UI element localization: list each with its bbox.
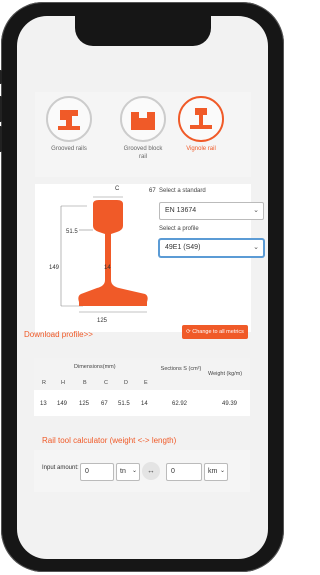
dim-base: 125: [97, 318, 108, 324]
grooved-block-rail-icon: [120, 96, 166, 142]
sections-header: Sections S (cm²): [160, 366, 202, 372]
swap-icon: ↔: [147, 466, 155, 475]
cell-sections: 62.92: [172, 401, 188, 407]
dim-top-width: 67: [149, 188, 156, 194]
calculator-card: Input amount: 0 tn ⌄ ↔ 0 km ⌄: [34, 450, 250, 492]
dimensions-table: Dimensions(mm) Sections S (cm²) Weight (…: [34, 358, 250, 416]
standard-select[interactable]: EN 13674 ⌄: [159, 202, 264, 220]
chevron-down-icon: ⌄: [131, 468, 137, 474]
cell-e: 14: [141, 401, 148, 407]
unit-from-value: tn: [120, 468, 126, 475]
input-amount-label: Input amount:: [42, 465, 79, 471]
calculator-title: Rail tool calculator (weight <-> length): [42, 436, 177, 445]
result-value: 0: [171, 468, 175, 475]
swap-button[interactable]: ↔: [142, 462, 160, 480]
weight-header: Weight (kg/m): [208, 371, 243, 377]
rail-type-label: Grooved block rail: [123, 146, 163, 160]
rail-type-grooved[interactable]: Grooved rails: [45, 96, 93, 153]
rail-type-vignole[interactable]: Vignole rail: [177, 96, 225, 153]
amount-input[interactable]: 0: [80, 463, 114, 481]
cell-d: 51.5: [118, 401, 130, 407]
unit-to-select[interactable]: km ⌄: [204, 463, 228, 481]
cell-h: 149: [57, 401, 68, 407]
profile-card: C 67 51.5 149 14 125 Select a standard E…: [35, 184, 264, 332]
rail-type-grooved-block[interactable]: Grooved block rail: [119, 96, 167, 161]
change-metrics-button[interactable]: ⟳ Change to all metrics: [182, 325, 248, 339]
chevron-down-icon: ⌄: [219, 468, 225, 474]
download-profile-link[interactable]: Download profile>>: [24, 330, 93, 339]
rail-type-label: Vignole rail: [186, 146, 216, 152]
dim-c-label: C: [115, 186, 120, 192]
unit-from-select[interactable]: tn ⌄: [116, 463, 140, 481]
grooved-rail-icon: [46, 96, 92, 142]
col-b: B: [83, 380, 87, 386]
standard-label: Select a standard: [159, 188, 206, 194]
vignole-rail-icon: [178, 96, 224, 142]
col-h: H: [61, 380, 65, 386]
unit-to-value: km: [208, 468, 218, 475]
profile-select[interactable]: 49E1 (S49) ⌄: [159, 239, 264, 257]
standard-value: EN 13674: [165, 207, 197, 214]
mute-switch: [0, 70, 2, 84]
col-c: C: [104, 380, 108, 386]
volume-up-button: [0, 96, 2, 122]
notch: [75, 16, 211, 46]
result-input[interactable]: 0: [166, 463, 202, 481]
change-metrics-label: Change to all metrics: [192, 329, 244, 335]
profile-value: 49E1 (S49): [165, 244, 201, 251]
chevron-down-icon: ⌄: [253, 207, 259, 214]
dimensions-header: Dimensions(mm): [74, 364, 116, 370]
columns-header-bg: [34, 374, 156, 390]
chevron-down-icon: ⌄: [253, 244, 259, 251]
amount-value: 0: [85, 468, 89, 475]
rail-type-selector: Grooved rails Grooved block rail Vignole…: [35, 92, 251, 177]
cell-weight: 49.39: [222, 401, 238, 407]
col-r: R: [42, 380, 46, 386]
dim-head-height: 51.5: [66, 229, 78, 235]
cell-c: 67: [101, 401, 108, 407]
cell-b: 125: [79, 401, 90, 407]
dim-web: 14: [104, 265, 111, 271]
dim-height: 149: [49, 265, 60, 271]
volume-down-button: [0, 126, 2, 152]
col-d: D: [124, 380, 128, 386]
rail-profile-drawing: [60, 196, 148, 313]
rail-type-label: Grooved rails: [51, 146, 87, 152]
cell-r: 13: [40, 401, 47, 407]
col-e: E: [144, 380, 148, 386]
profile-label: Select a profile: [159, 226, 199, 232]
